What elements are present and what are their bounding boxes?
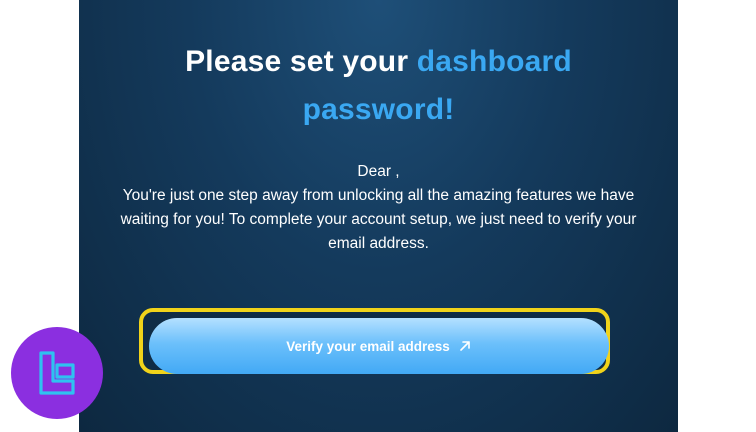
headline-accent-password: password! bbox=[302, 93, 455, 126]
page-title: Please set your dashboard password! bbox=[79, 38, 678, 134]
greeting-text: Dear , bbox=[357, 163, 400, 180]
tc-logo-icon bbox=[11, 327, 103, 419]
headline-accent-dashboard: dashboard bbox=[416, 45, 572, 78]
headline-text: Please set your bbox=[185, 45, 417, 78]
email-body: Dear , You're just one step away from un… bbox=[119, 160, 638, 256]
page: Please set your dashboard password! Dear… bbox=[0, 0, 756, 432]
arrow-up-right-icon bbox=[458, 339, 472, 353]
verify-email-button-label: Verify your email address bbox=[286, 338, 450, 354]
verify-email-button[interactable]: Verify your email address bbox=[149, 318, 609, 374]
message-text: You're just one step away from unlocking… bbox=[120, 187, 637, 252]
